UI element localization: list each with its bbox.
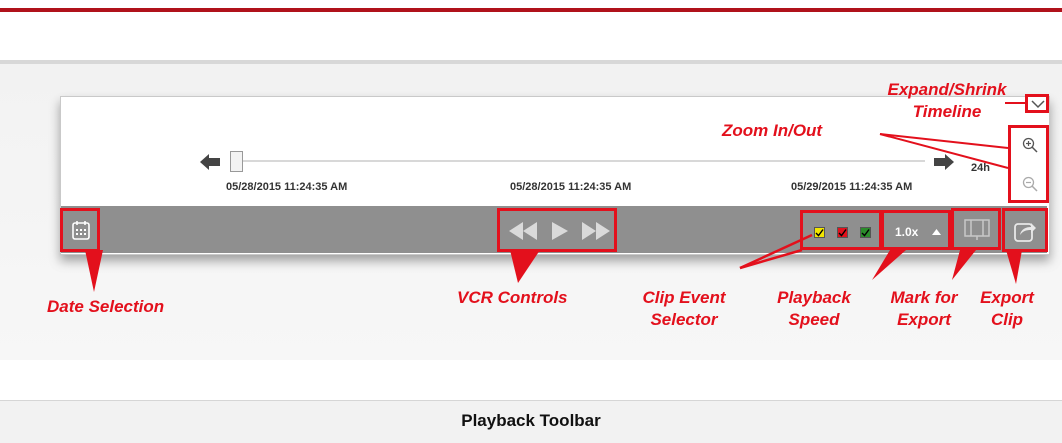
annotation-date-selection: Date Selection xyxy=(47,297,165,316)
annotation-lines xyxy=(85,102,1027,292)
annotation-export-clip-line2: Clip xyxy=(990,310,1024,329)
annotation-expand-shrink: Expand/Shrink Timeline xyxy=(872,79,1022,123)
annotation-mark-for-export-line2: Export xyxy=(897,310,951,329)
annotation-vcr-controls: VCR Controls xyxy=(457,288,568,307)
annotation-expand-shrink-line1: Expand/Shrink xyxy=(887,80,1007,99)
annotation-playback-speed: Playback Speed xyxy=(768,287,860,331)
annotation-expand-shrink-line2: Timeline xyxy=(912,102,982,121)
annotation-export-clip-line1: Export xyxy=(980,288,1034,307)
annotation-playback-speed-line1: Playback xyxy=(777,288,851,307)
annotation-mark-for-export: Mark for Export xyxy=(880,287,968,331)
figure-caption: Playback Toolbar xyxy=(461,411,601,430)
annotation-zoom: Zoom In/Out xyxy=(722,121,823,140)
annotation-playback-speed-line2: Speed xyxy=(788,310,840,329)
annotation-clip-event-selector: Clip Event Selector xyxy=(632,287,736,331)
annotation-export-clip: Export Clip xyxy=(972,287,1042,331)
annotation-clip-event-line2: Selector xyxy=(650,310,718,329)
figure-caption-bar: Playback Toolbar xyxy=(0,400,1062,443)
annotation-mark-for-export-line1: Mark for xyxy=(890,288,958,307)
annotation-clip-event-line1: Clip Event xyxy=(642,288,726,307)
